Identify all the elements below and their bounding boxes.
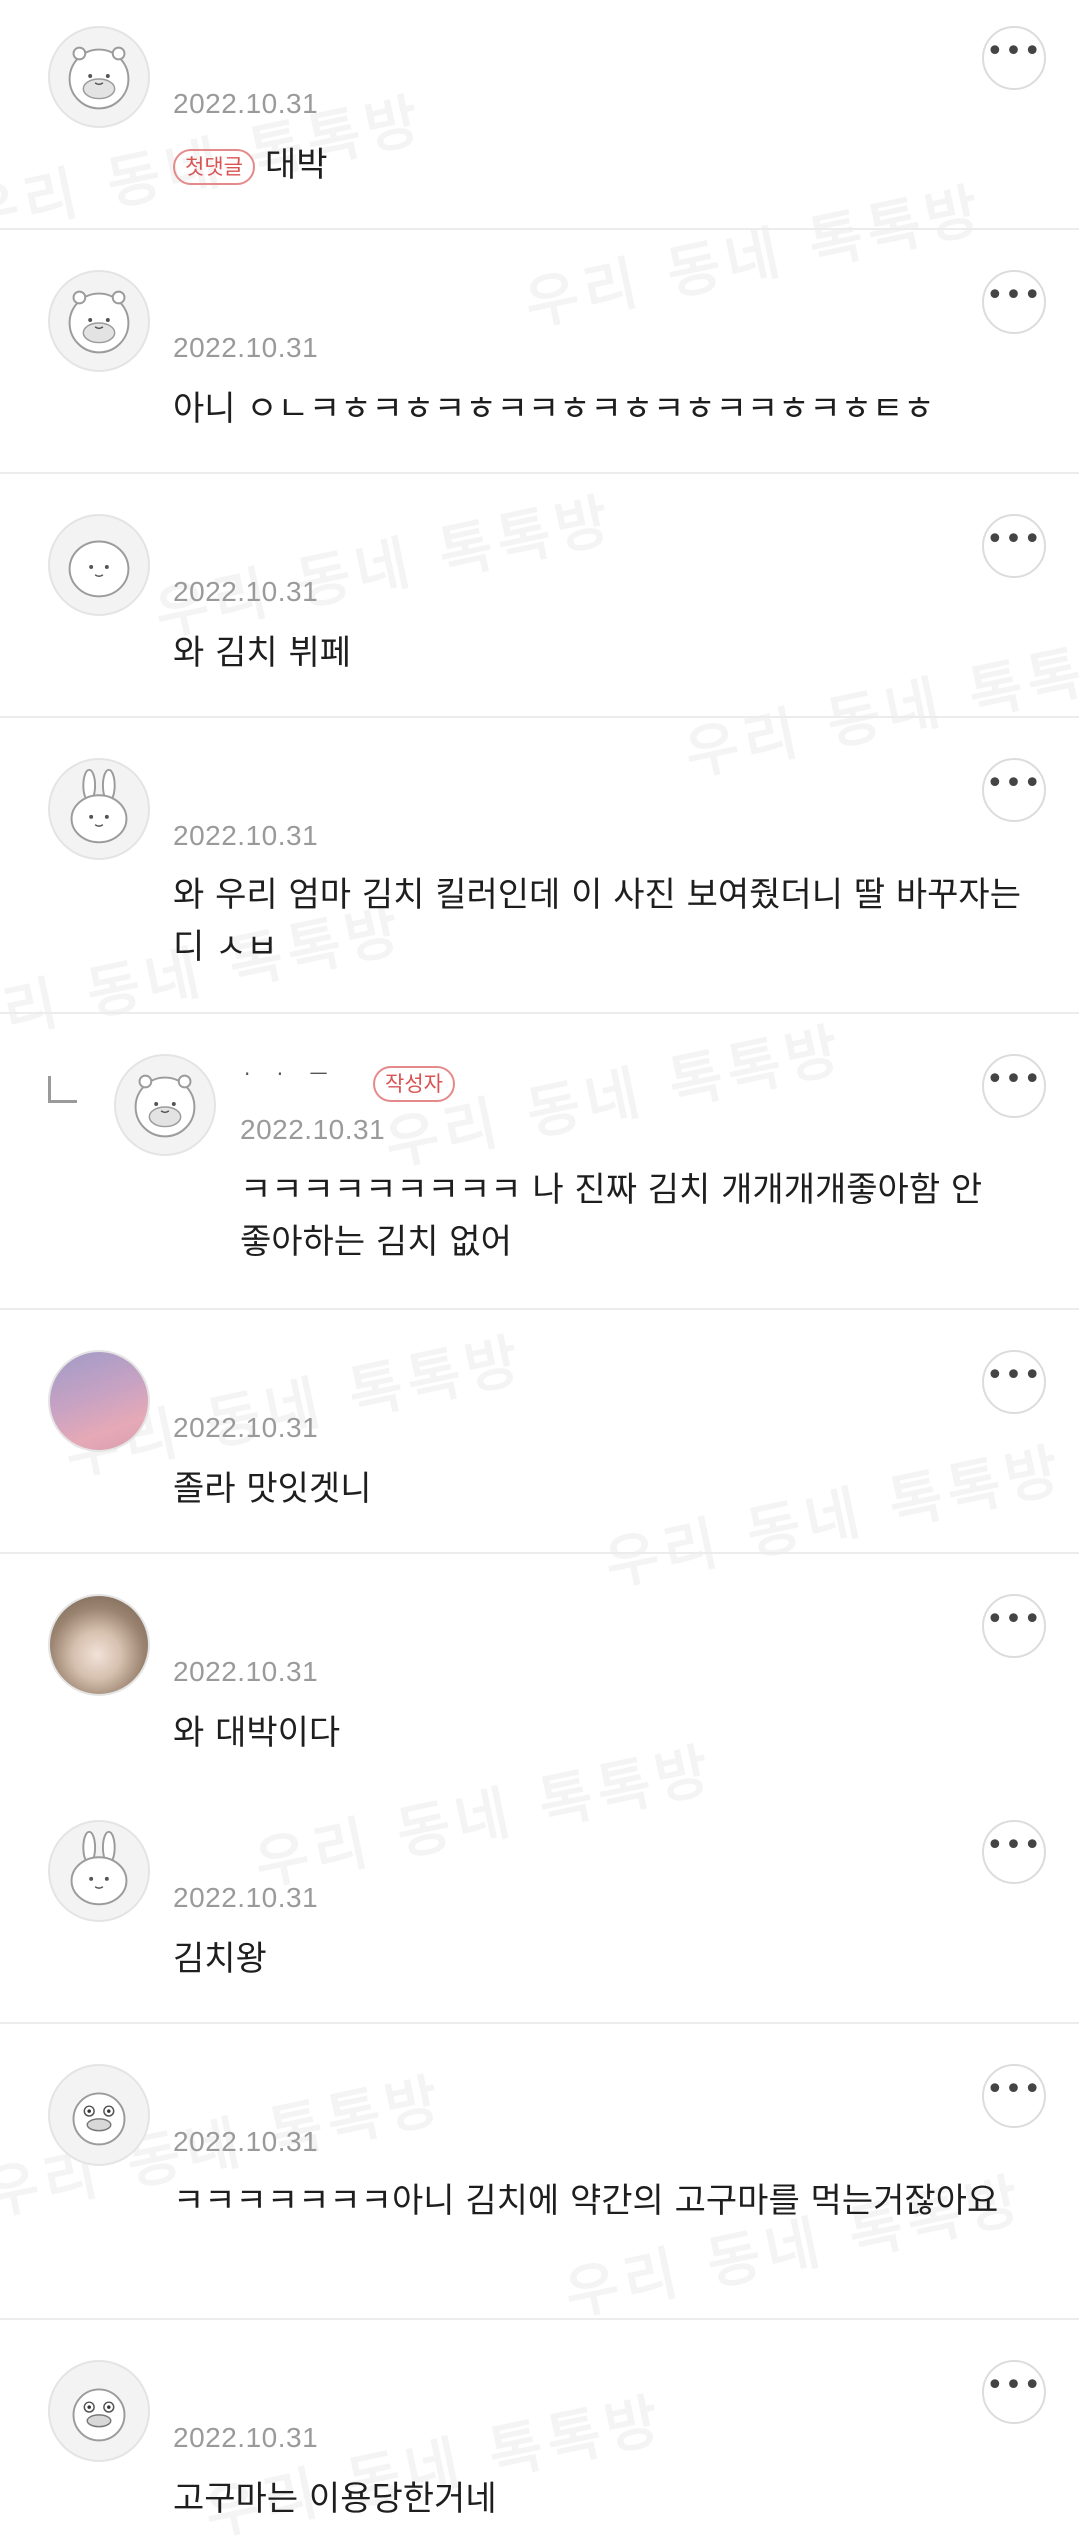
comment-item: ••• 2022.10.31 와 대박이다 <box>0 1554 1079 1780</box>
comment-item: ••• 2022.10.31 고구마는 이용당한거네 <box>0 2320 1079 2538</box>
comment-date: 2022.10.31 <box>173 576 319 607</box>
more-options-button[interactable]: ••• <box>982 758 1046 822</box>
comment-text: 아니 ㅇㄴㅋㅎㅋㅎㅋㅎㅋㅋㅎㅋㅎㅋㅎㅋㅋㅎㅋㅎㅌㅎ <box>173 389 935 429</box>
more-icon: ••• <box>985 34 1043 69</box>
comment-item: ••• 2022.10.31 ㅋㅋㅋㅋㅋㅋㅋ아니 김치에 약간의 고구마를 먹는… <box>0 2024 1079 2320</box>
duck-icon[interactable] <box>48 2360 150 2462</box>
more-icon: ••• <box>985 1602 1043 1637</box>
comment-date: 2022.10.31 <box>173 1882 319 1913</box>
more-options-button[interactable]: ••• <box>982 514 1046 578</box>
comment-text: 고구마는 이용당한거네 <box>173 2479 497 2519</box>
comment-item: ••• 2022.10.31 아니 ㅇㄴㅋㅎㅋㅎㅋㅎㅋㅋㅎㅋㅎㅋㅎㅋㅋㅎㅋㅎㅌㅎ <box>0 230 1079 474</box>
comment-text: ㅋㅋㅋㅋㅋㅋㅋㅋㅋ 나 진짜 김치 개개개개좋아함 안 좋아하는 김치 없어 <box>240 1170 983 1262</box>
more-options-button[interactable]: ••• <box>982 1350 1046 1414</box>
comment-date: 2022.10.31 <box>240 1114 386 1145</box>
rabbit-icon[interactable] <box>48 1820 150 1922</box>
more-icon: ••• <box>985 522 1043 557</box>
comment-item: ••• 2022.10.31 와 우리 엄마 김치 킬러인데 이 사진 보여줬더… <box>0 718 1079 1014</box>
rabbit-icon[interactable] <box>48 758 150 860</box>
comment-date: 2022.10.31 <box>173 332 319 363</box>
comment-item: ••• 2022.10.31 김치왕 <box>0 1780 1079 2024</box>
comment-date: 2022.10.31 <box>173 820 319 851</box>
more-options-button[interactable]: ••• <box>982 1820 1046 1884</box>
more-icon: ••• <box>985 1828 1043 1863</box>
more-icon: ••• <box>985 278 1043 313</box>
more-options-button[interactable]: ••• <box>982 2064 1046 2128</box>
comment-text: 와 우리 엄마 김치 킬러인데 이 사진 보여줬더니 딸 바꾸자는디 ㅅㅂ <box>173 875 1021 967</box>
more-icon: ••• <box>985 2072 1043 2107</box>
hamster-icon[interactable] <box>48 26 150 128</box>
more-icon: ••• <box>985 766 1043 801</box>
more-options-button[interactable]: ••• <box>982 270 1046 334</box>
comment-text: ㅋㅋㅋㅋㅋㅋㅋ아니 김치에 약간의 고구마를 먹는거잖아요 <box>173 2181 999 2221</box>
first-comment-badge: 첫댓글 <box>173 148 255 185</box>
cat-photo[interactable] <box>48 1594 150 1696</box>
more-options-button[interactable]: ••• <box>982 26 1046 90</box>
comment-text: 대박 <box>264 145 328 185</box>
more-icon: ••• <box>985 2368 1043 2403</box>
comment-item: ••• 2022.10.31 졸라 맛잇겟니 <box>0 1310 1079 1554</box>
comment-text: 졸라 맛잇겟니 <box>173 1469 372 1509</box>
hamster-icon[interactable] <box>114 1054 216 1156</box>
round-character-icon[interactable] <box>48 514 150 616</box>
more-options-button[interactable]: ••• <box>982 1594 1046 1658</box>
comment-text: 와 대박이다 <box>173 1713 341 1753</box>
reply-item: · · ㅡ 작성자 ••• 2022.10.31 ㅋㅋㅋㅋㅋㅋㅋㅋㅋ 나 진짜 … <box>0 1014 1079 1310</box>
comment-date: 2022.10.31 <box>173 2422 319 2453</box>
comment-text: 김치왕 <box>173 1939 267 1979</box>
comment-text-row: 첫댓글 대박 <box>173 139 1053 191</box>
more-options-button[interactable]: ••• <box>982 1054 1046 1118</box>
comment-date: 2022.10.31 <box>173 1412 319 1443</box>
sky-photo[interactable] <box>48 1350 150 1452</box>
more-icon: ••• <box>985 1358 1043 1393</box>
hamster-icon[interactable] <box>48 270 150 372</box>
comment-date: 2022.10.31 <box>173 2126 319 2157</box>
more-options-button[interactable]: ••• <box>982 2360 1046 2424</box>
comment-date: 2022.10.31 <box>173 88 319 119</box>
author-badge: 작성자 <box>373 1066 455 1102</box>
reply-arrow-icon <box>48 1076 77 1103</box>
comment-item: ••• 2022.10.31 와 김치 뷔페 <box>0 474 1079 718</box>
comment-text: 와 김치 뷔페 <box>173 633 352 673</box>
comment-item: ••• 2022.10.31 첫댓글 대박 <box>0 0 1079 230</box>
duck-icon[interactable] <box>48 2064 150 2166</box>
nickname: · · ㅡ <box>244 1062 338 1086</box>
comment-date: 2022.10.31 <box>173 1656 319 1687</box>
more-icon: ••• <box>985 1062 1043 1097</box>
